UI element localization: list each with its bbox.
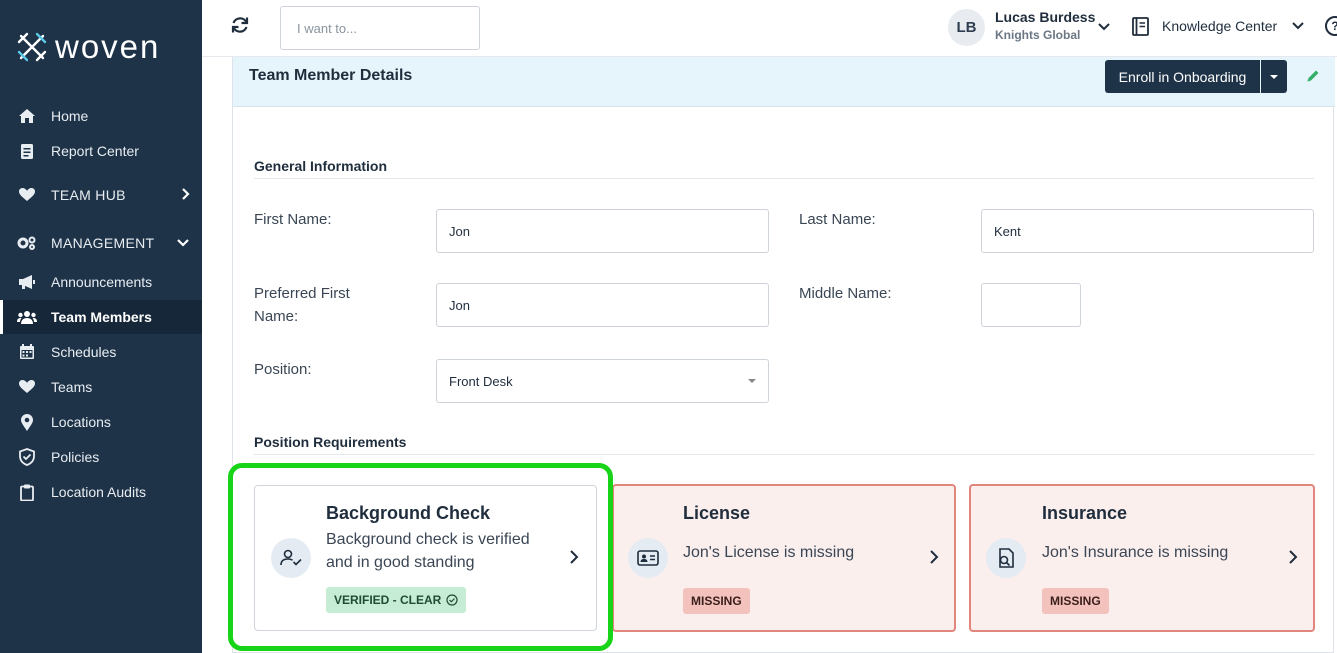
enroll-dropdown-toggle[interactable]	[1261, 60, 1287, 93]
chevron-down-icon[interactable]	[1291, 18, 1305, 36]
preferred-name-label-line: Name:	[254, 308, 299, 325]
sidebar-item-policies[interactable]: Policies	[0, 440, 202, 474]
sidebar-item-teams[interactable]: Teams	[0, 370, 202, 404]
megaphone-icon	[17, 272, 37, 292]
woven-logo-icon	[17, 32, 47, 62]
users-icon	[17, 307, 37, 327]
map-pin-icon	[17, 412, 37, 432]
top-bar: LB Lucas Burdess Knights Global Knowledg…	[202, 0, 1337, 57]
page-title: Team Member Details	[249, 67, 413, 84]
last-name-label: Last Name:	[799, 211, 876, 228]
requirement-card-insurance[interactable]: Insurance Jon's Insurance is missing MIS…	[969, 484, 1315, 632]
team-member-panel: Team Member Details Enroll in Onboarding…	[232, 57, 1335, 653]
sidebar-item-label: Policies	[51, 449, 100, 465]
help-icon[interactable]: ?	[1325, 16, 1337, 36]
avatar[interactable]: LB	[948, 9, 985, 46]
check-circle-icon	[446, 594, 458, 606]
requirement-description: Jon's Insurance is missing	[1042, 544, 1229, 561]
sidebar-item-label: Team Members	[51, 309, 152, 325]
chevron-down-icon	[176, 235, 190, 251]
status-badge: MISSING	[683, 588, 750, 614]
divider	[254, 454, 1314, 455]
refresh-icon[interactable]	[230, 15, 252, 37]
chevron-right-icon	[1288, 549, 1298, 570]
sidebar-item-label: Announcements	[51, 274, 153, 290]
sidebar-item-label: Location Audits	[51, 484, 146, 500]
calendar-icon	[17, 342, 37, 362]
heart-icon	[17, 185, 37, 205]
middle-name-field[interactable]	[981, 283, 1081, 327]
shield-icon	[17, 447, 37, 467]
sidebar-item-report-center[interactable]: Report Center	[0, 134, 202, 168]
id-card-icon	[628, 538, 668, 578]
heart-icon	[17, 377, 37, 397]
sidebar-item-label: Schedules	[51, 344, 117, 360]
report-icon	[17, 141, 37, 161]
requirement-title: License	[683, 503, 751, 523]
sidebar-item-label: Teams	[51, 379, 93, 395]
sidebar-item-locations[interactable]: Locations	[0, 405, 202, 439]
sidebar-item-label: Locations	[51, 414, 111, 430]
logo-text: woven	[55, 28, 161, 65]
pencil-icon[interactable]	[1306, 69, 1320, 88]
sidebar-item-schedules[interactable]: Schedules	[0, 335, 202, 369]
preferred-name-label: Preferred First Name:	[254, 282, 350, 328]
sidebar-item-announcements[interactable]: Announcements	[0, 265, 202, 299]
caret-down-icon	[1270, 74, 1278, 79]
requirement-description-line: Background check is verified	[326, 531, 530, 548]
knowledge-center-link[interactable]: Knowledge Center	[1162, 18, 1277, 34]
sidebar-item-location-audits[interactable]: Location Audits	[0, 475, 202, 509]
position-select-value: Front Desk	[449, 373, 513, 389]
sidebar-item-label: TEAM HUB	[51, 187, 126, 203]
sidebar-item-label: Home	[51, 108, 89, 124]
position-label: Position:	[254, 361, 312, 378]
requirement-title: Background Check	[326, 503, 491, 523]
enroll-onboarding-button[interactable]: Enroll in Onboarding	[1105, 60, 1260, 93]
sidebar: woven Home Report Center TEAM HUB MANAGE…	[0, 0, 202, 653]
caret-down-icon	[748, 379, 756, 383]
first-name-field[interactable]: Jon	[436, 209, 769, 253]
last-name-field[interactable]: Kent	[981, 209, 1314, 253]
sidebar-item-team-members[interactable]: Team Members	[0, 300, 202, 334]
first-name-label: First Name:	[254, 211, 332, 228]
user-name[interactable]: Lucas Burdess	[995, 9, 1095, 25]
status-badge-label: VERIFIED - CLEAR	[334, 593, 442, 607]
requirement-description: Background check is verified and in good…	[326, 528, 530, 574]
chevron-right-icon	[929, 549, 939, 570]
sidebar-item-home[interactable]: Home	[0, 99, 202, 133]
search-input[interactable]	[280, 6, 480, 50]
position-select[interactable]: Front Desk	[436, 359, 769, 403]
position-requirements-title: Position Requirements	[254, 434, 407, 450]
chevron-right-icon	[569, 549, 579, 570]
chevron-right-icon	[180, 187, 190, 204]
panel-header: Team Member Details Enroll in Onboarding	[233, 57, 1335, 107]
chevron-down-icon[interactable]	[1097, 19, 1111, 37]
user-check-icon	[271, 538, 311, 578]
general-info-title: General Information	[254, 158, 388, 174]
preferred-name-label-line: Preferred First	[254, 285, 350, 302]
requirement-description-line: and in good standing	[326, 554, 475, 571]
book-icon	[1132, 17, 1150, 41]
requirement-card-license[interactable]: License Jon's License is missing MISSING	[612, 484, 956, 632]
status-badge: VERIFIED - CLEAR	[326, 587, 467, 613]
insurance-icon	[986, 538, 1026, 578]
sidebar-item-team-hub[interactable]: TEAM HUB	[0, 178, 202, 212]
requirement-title: Insurance	[1042, 503, 1128, 523]
clipboard-icon	[17, 482, 37, 502]
status-badge: MISSING	[1042, 588, 1109, 614]
user-org: Knights Global	[995, 28, 1081, 42]
requirement-card-background-check[interactable]: Background Check Background check is ver…	[254, 485, 597, 631]
sidebar-item-management[interactable]: MANAGEMENT	[0, 226, 202, 260]
sidebar-item-label: MANAGEMENT	[51, 235, 155, 251]
divider	[254, 178, 1314, 179]
requirement-description: Jon's License is missing	[683, 544, 855, 561]
woven-logo[interactable]: woven	[17, 28, 160, 66]
middle-name-label: Middle Name:	[799, 285, 892, 302]
home-icon	[17, 106, 37, 126]
gears-icon	[17, 233, 37, 253]
sidebar-item-label: Report Center	[51, 143, 139, 159]
preferred-name-field[interactable]: Jon	[436, 283, 769, 327]
